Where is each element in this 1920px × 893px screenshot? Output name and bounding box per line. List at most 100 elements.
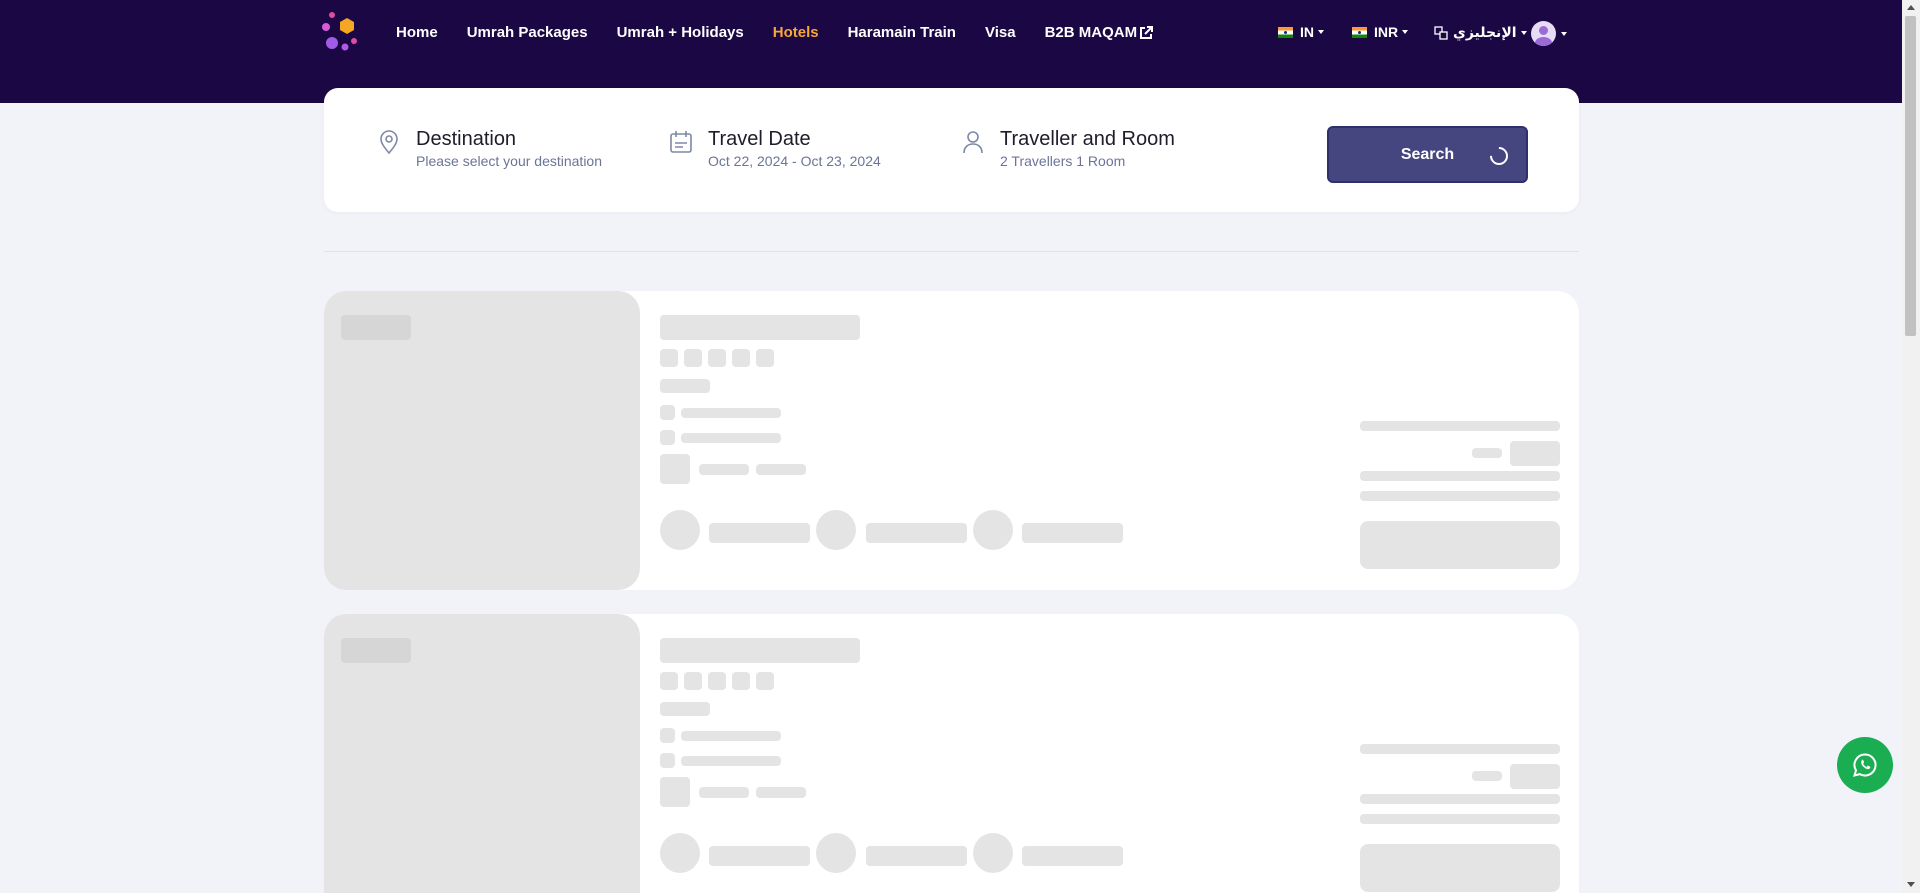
nav-b2b-maqam[interactable]: B2B MAQAM: [1045, 24, 1154, 41]
star-placeholder: [708, 672, 726, 690]
badge-placeholder: [341, 315, 411, 340]
amenity-label-placeholder: [866, 523, 967, 543]
nav-home[interactable]: Home: [396, 24, 438, 41]
destination-field[interactable]: Destination Please select your destinati…: [376, 128, 602, 169]
star-placeholder: [756, 672, 774, 690]
destination-value: Please select your destination: [416, 153, 602, 169]
star-placeholder: [660, 349, 678, 367]
india-flag-icon: [1352, 26, 1367, 38]
person-icon: [963, 131, 983, 154]
nav-b2b-maqam-label: B2B MAQAM: [1044, 24, 1138, 41]
price-line-placeholder: [1360, 814, 1560, 824]
price-line-placeholder: [1360, 471, 1560, 481]
text-placeholder: [699, 464, 749, 475]
star-placeholder: [756, 349, 774, 367]
amenity-label-placeholder: [866, 846, 967, 866]
hotel-card-skeleton: [324, 291, 1579, 590]
scroll-down-arrow-icon[interactable]: [1907, 882, 1915, 887]
price-line-placeholder: [1360, 491, 1560, 501]
nav-haramain-train[interactable]: Haramain Train: [848, 24, 956, 41]
amenity-label-placeholder: [709, 523, 810, 543]
whatsapp-icon: [1853, 753, 1877, 777]
nav-hotels[interactable]: Hotels: [773, 24, 819, 41]
text-placeholder: [681, 433, 781, 443]
star-placeholder: [660, 672, 678, 690]
amenity-icon-placeholder: [973, 510, 1013, 550]
search-button[interactable]: Search: [1327, 126, 1528, 183]
amenity-icon-placeholder: [816, 510, 856, 550]
price-line-placeholder: [1360, 744, 1560, 754]
text-placeholder: [756, 787, 806, 798]
price-line-placeholder: [1472, 448, 1502, 458]
amenity-label-placeholder: [1022, 846, 1123, 866]
text-placeholder: [681, 756, 781, 766]
price-line-placeholder: [1360, 794, 1560, 804]
chevron-down-icon: [1318, 30, 1324, 34]
icon-placeholder: [660, 454, 690, 484]
price-line-placeholder: [1360, 421, 1560, 431]
nav-umrah-holidays[interactable]: Umrah + Holidays: [617, 24, 744, 41]
amenity-icon-placeholder: [660, 510, 700, 550]
maqam-logo-icon[interactable]: [322, 10, 366, 54]
icon-placeholder: [660, 753, 675, 768]
badge-placeholder: [341, 638, 411, 663]
text-placeholder: [756, 464, 806, 475]
currency-selector[interactable]: INR: [1352, 24, 1409, 40]
chevron-down-icon: [1561, 31, 1567, 36]
scroll-up-arrow-icon[interactable]: [1907, 5, 1915, 10]
travel-date-field[interactable]: Travel Date Oct 22, 2024 - Oct 23, 2024: [668, 128, 881, 169]
whatsapp-chat-button[interactable]: [1837, 737, 1893, 793]
travel-date-title: Travel Date: [708, 128, 811, 150]
title-placeholder: [660, 638, 860, 663]
language-selector[interactable]: الإنجليزي: [1434, 24, 1527, 41]
star-placeholder: [684, 672, 702, 690]
text-placeholder: [660, 379, 710, 393]
external-link-icon: [1140, 25, 1154, 39]
amenity-label-placeholder: [1022, 523, 1123, 543]
icon-placeholder: [660, 430, 675, 445]
traveller-room-title: Traveller and Room: [1000, 128, 1175, 150]
traveller-room-value: 2 Travellers 1 Room: [1000, 153, 1126, 169]
country-code: IN: [1300, 24, 1314, 40]
chevron-down-icon: [1402, 30, 1409, 34]
icon-placeholder: [660, 728, 675, 743]
icon-placeholder: [660, 777, 690, 807]
india-flag-icon: [1278, 26, 1293, 38]
star-placeholder: [732, 672, 750, 690]
chevron-down-icon: [1520, 30, 1527, 35]
title-placeholder: [660, 315, 860, 340]
amenity-icon-placeholder: [816, 833, 856, 873]
hotel-search-bar: Destination Please select your destinati…: [324, 88, 1579, 212]
language-label: الإنجليزي: [1453, 24, 1517, 40]
star-placeholder: [708, 349, 726, 367]
scrollbar-thumb[interactable]: [1905, 16, 1916, 336]
country-selector[interactable]: IN: [1278, 24, 1324, 40]
calendar-icon: [670, 131, 692, 153]
button-placeholder: [1360, 844, 1560, 892]
price-line-placeholder: [1472, 771, 1502, 781]
currency-code: INR: [1374, 24, 1399, 40]
nav-umrah-packages[interactable]: Umrah Packages: [467, 24, 588, 41]
traveller-room-field[interactable]: Traveller and Room 2 Travellers 1 Room: [960, 128, 1175, 169]
user-menu[interactable]: [1531, 21, 1567, 46]
hotel-card-skeleton: [324, 614, 1579, 893]
star-placeholder: [684, 349, 702, 367]
search-button-label: Search: [1400, 145, 1455, 163]
nav-visa[interactable]: Visa: [985, 24, 1016, 41]
amenity-label-placeholder: [709, 846, 810, 866]
loading-spinner-icon: [1486, 143, 1512, 169]
travel-date-value: Oct 22, 2024 - Oct 23, 2024: [708, 153, 881, 169]
amenity-icon-placeholder: [973, 833, 1013, 873]
user-avatar-icon: [1531, 21, 1556, 46]
section-divider: [324, 251, 1579, 252]
price-placeholder: [1510, 764, 1560, 789]
text-placeholder: [681, 731, 781, 741]
text-placeholder: [699, 787, 749, 798]
icon-placeholder: [660, 405, 675, 420]
text-placeholder: [660, 702, 710, 716]
text-placeholder: [681, 408, 781, 418]
price-placeholder: [1510, 441, 1560, 466]
button-placeholder: [1360, 521, 1560, 569]
translate-icon: [1434, 25, 1448, 40]
destination-title: Destination: [416, 128, 517, 150]
